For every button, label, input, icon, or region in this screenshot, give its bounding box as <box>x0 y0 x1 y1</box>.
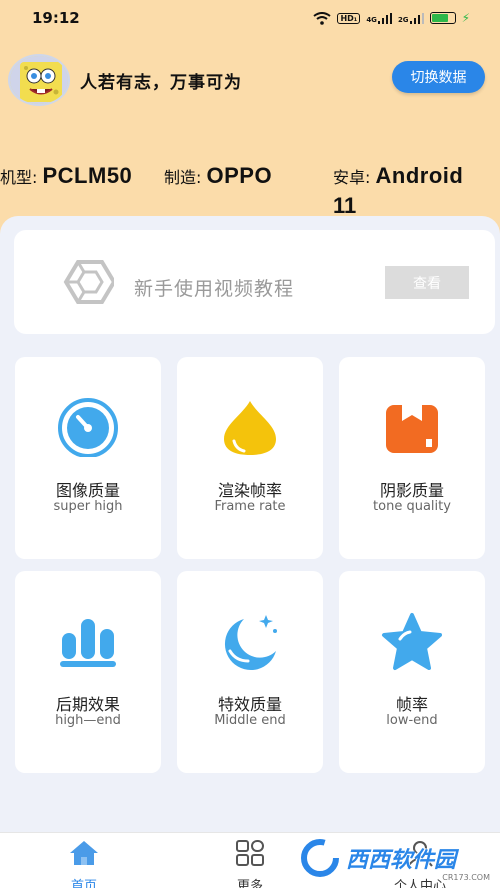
wifi-icon <box>313 11 332 25</box>
slogan-text: 人若有志，万事可为 <box>80 73 242 93</box>
android-value: Android <box>375 163 464 188</box>
2g-signal-icon: 2G <box>398 12 424 24</box>
switch-data-button[interactable]: 切换数据 <box>392 61 485 93</box>
hd-icon: HD₁ <box>337 12 361 24</box>
device-android: 安卓: Android <box>333 163 463 189</box>
status-icons: HD₁ 4G 2G ⚡ <box>313 11 470 25</box>
home-icon <box>70 841 98 865</box>
tile-shadow-quality[interactable]: 阴影质量 tone quality <box>339 357 485 559</box>
tile-subtitle: high—end <box>55 713 121 728</box>
tile-post-effects[interactable]: 后期效果 high—end <box>15 571 161 773</box>
watermark: 西西软件园 CR173.COM <box>300 836 496 882</box>
tile-subtitle: low-end <box>386 713 438 728</box>
grid-icon <box>236 840 264 866</box>
tile-title: 特效质量 <box>217 695 282 714</box>
android-label: 安卓: <box>333 168 371 187</box>
tutorial-text: 新手使用视频教程 <box>134 278 295 300</box>
nav-label: 首页 <box>70 879 97 888</box>
star-icon <box>382 613 442 670</box>
water-drop-icon <box>224 401 276 455</box>
model-value: PCLM50 <box>42 163 133 188</box>
device-model: 机型: PCLM50 <box>0 163 132 189</box>
status-bar: 19:12 HD₁ 4G 2G ⚡ <box>0 0 500 36</box>
nav-home[interactable]: 首页 <box>44 839 124 888</box>
status-time: 19:12 <box>32 9 80 27</box>
watermark-text: 西西软件园 <box>346 848 457 873</box>
bar-chart-icon <box>60 619 116 667</box>
tile-title: 后期效果 <box>55 695 120 714</box>
maker-value: OPPO <box>206 163 273 188</box>
tile-subtitle: Frame rate <box>214 499 286 514</box>
charging-icon: ⚡ <box>461 11 470 25</box>
view-tutorial-button[interactable]: 查看 <box>385 266 469 299</box>
nav-more[interactable]: 更多 <box>210 839 290 888</box>
box-icon <box>386 405 438 453</box>
tile-subtitle: super high <box>53 499 123 514</box>
speedometer-icon <box>58 398 118 457</box>
battery-icon <box>429 12 456 24</box>
tile-image-quality[interactable]: 图像质量 super high <box>15 357 161 559</box>
watermark-sub: CR173.COM <box>442 873 490 882</box>
nav-label: 更多 <box>236 879 263 888</box>
4g-signal-icon: 4G <box>366 12 392 24</box>
maker-label: 制造: <box>164 168 202 187</box>
watermark-logo-icon <box>301 839 339 877</box>
model-label: 机型: <box>0 168 38 187</box>
header-background <box>0 0 500 240</box>
tile-subtitle: tone quality <box>373 499 451 514</box>
tile-title: 阴影质量 <box>379 481 444 500</box>
tile-render-framerate[interactable]: 渲染帧率 Frame rate <box>177 357 323 559</box>
tile-title: 帧率 <box>395 695 428 714</box>
tile-title: 渲染帧率 <box>217 481 282 500</box>
tile-framerate[interactable]: 帧率 low-end <box>339 571 485 773</box>
avatar[interactable] <box>8 54 70 106</box>
tutorial-card[interactable]: 新手使用视频教程 查看 <box>14 230 495 334</box>
tile-title: 图像质量 <box>55 481 120 500</box>
tile-effects-quality[interactable]: 特效质量 Middle end <box>177 571 323 773</box>
cube-logo-icon <box>63 260 114 304</box>
tile-subtitle: Middle end <box>214 713 286 728</box>
device-maker: 制造: OPPO <box>164 163 272 189</box>
moon-icon <box>224 615 277 671</box>
